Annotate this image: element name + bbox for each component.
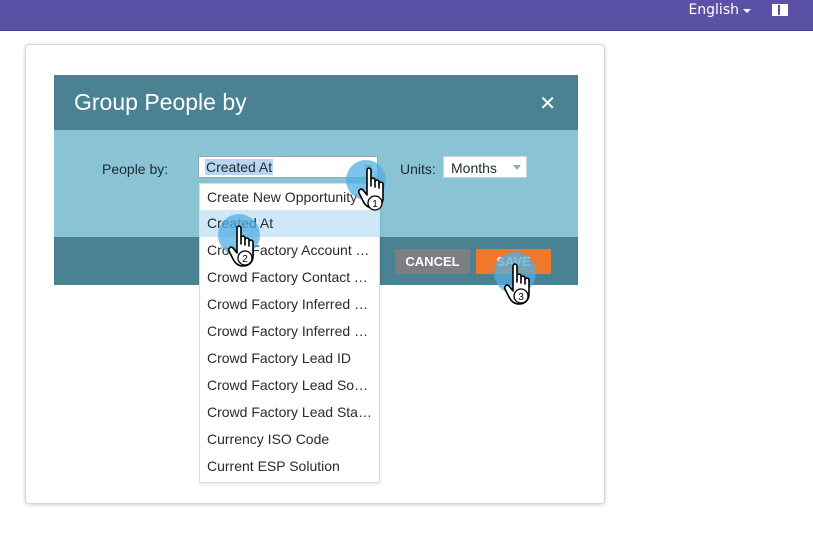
pointer-hand-icon: 3 — [504, 263, 530, 305]
language-selector[interactable]: English — [688, 2, 751, 18]
dropdown-option[interactable]: Currency ISO Code — [200, 426, 379, 453]
chevron-down-icon — [743, 9, 751, 13]
dropdown-option[interactable]: Crowd Factory Inferred Country — [200, 318, 379, 345]
cancel-button[interactable]: CANCEL — [395, 249, 470, 274]
units-label: Units: — [400, 161, 436, 177]
callout-step-number: 1 — [372, 199, 378, 210]
close-icon[interactable]: ✕ — [539, 91, 556, 115]
dropdown-option[interactable]: Crowd Factory Lead ID — [200, 345, 379, 372]
people-by-value: Created At — [205, 159, 274, 175]
units-value: Months — [451, 160, 497, 176]
dropdown-option[interactable]: Crowd Factory Contact Type — [200, 264, 379, 291]
language-label: English — [688, 2, 739, 18]
people-by-label: People by: — [102, 161, 169, 177]
units-select[interactable]: Months — [443, 156, 527, 178]
callout-step-number: 3 — [518, 292, 524, 303]
dialog-header: Group People by ✕ — [54, 75, 578, 130]
dialog-title: Group People by — [74, 89, 247, 115]
top-bar: English — [0, 0, 813, 31]
dropdown-option[interactable]: Crowd Factory Lead Status — [200, 399, 379, 426]
pointer-hand-icon: 1 — [358, 167, 384, 211]
callout-step-number: 2 — [242, 254, 248, 265]
chevron-down-icon — [513, 165, 521, 170]
layout-toggle-icon[interactable] — [772, 4, 788, 16]
dropdown-option[interactable]: Current ESP Solution — [200, 453, 379, 480]
dropdown-option[interactable]: Crowd Factory Inferred City — [200, 291, 379, 318]
pointer-hand-icon: 2 — [228, 225, 254, 267]
dropdown-option[interactable]: Crowd Factory Lead Source — [200, 372, 379, 399]
